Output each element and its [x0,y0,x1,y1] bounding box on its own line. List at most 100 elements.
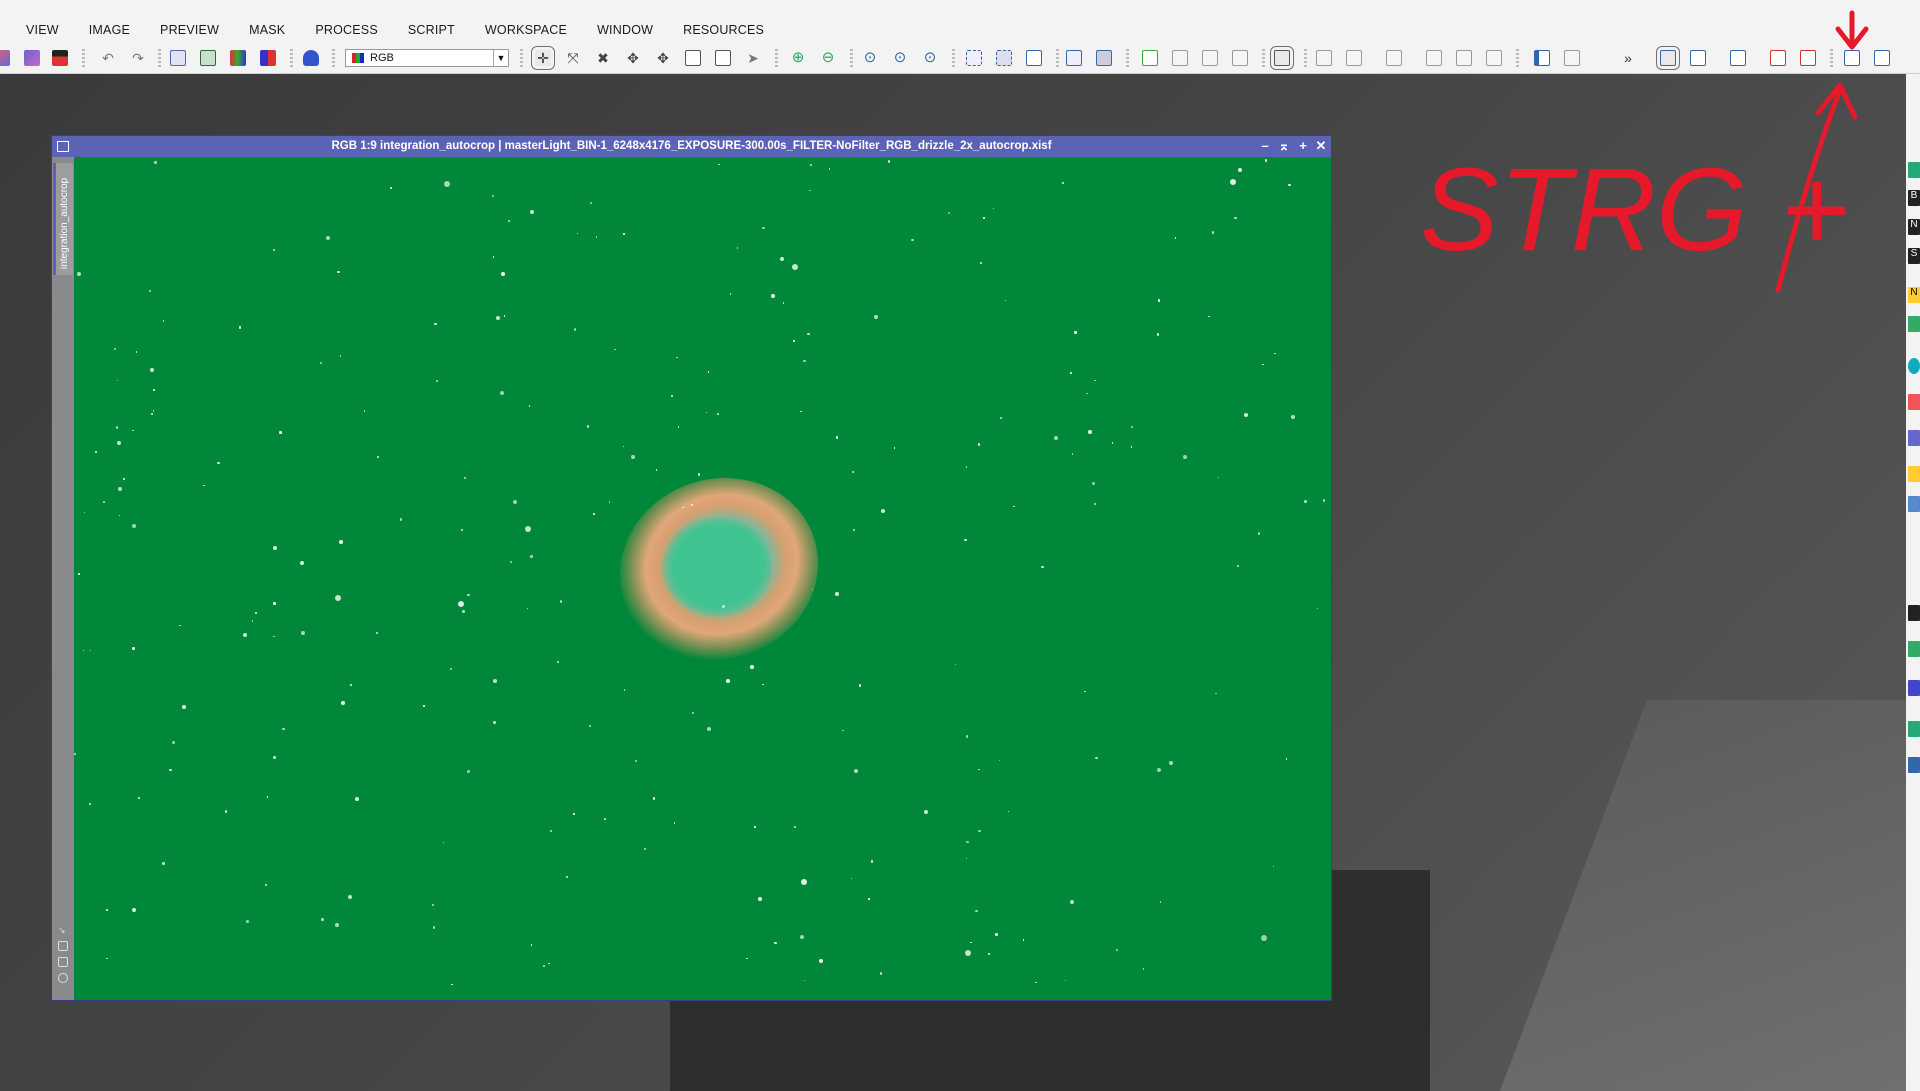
shrink-icon[interactable]: ✖ [595,50,611,66]
dock-format-icon[interactable] [1908,496,1920,512]
dock-tab-n2[interactable]: N [1908,287,1920,303]
display-function-icon[interactable] [303,50,319,66]
zoom-to-fit-icon[interactable]: ⊙ [892,50,908,66]
star [750,665,755,670]
menu-image[interactable]: IMAGE [74,23,145,37]
channels-icon[interactable] [230,50,246,66]
dock-tab-s[interactable]: S [1908,248,1920,264]
star [492,678,497,683]
view-tab-label: integration_autocrop [59,177,70,269]
zoom-1-1-icon[interactable]: ⊙ [862,50,878,66]
process-icon[interactable] [1142,50,1158,66]
process-edit-icon[interactable] [1172,50,1188,66]
script-edit-icon[interactable] [1346,50,1362,66]
menu-script[interactable]: SCRIPT [393,23,470,37]
star [83,511,86,514]
script-icon[interactable] [1316,50,1332,66]
workspace-settings-icon[interactable] [1874,50,1890,66]
edit-preview-icon[interactable] [996,50,1012,66]
process-copy-icon[interactable] [1202,50,1218,66]
minimize-button[interactable]: – [1257,138,1273,154]
dock-image-icon[interactable] [1908,394,1920,410]
menu-process[interactable]: PROCESS [300,23,393,37]
readout-mode-icon[interactable]: ✛ [531,46,555,70]
star [137,797,140,799]
open-icon[interactable] [0,50,10,66]
menu-workspace[interactable]: WORKSPACE [470,23,582,37]
copy-icon[interactable] [58,957,68,967]
star [803,359,806,363]
color-mode-select[interactable]: RGB ▼ [345,49,509,67]
star [793,340,796,342]
dock-console-icon[interactable] [1908,466,1920,482]
page-edit-icon[interactable] [715,50,731,66]
menu-window[interactable]: WINDOW [582,23,668,37]
window-menu-icon[interactable] [57,141,69,152]
image-canvas[interactable] [74,157,1331,1000]
maximize-button[interactable]: + [1295,138,1311,154]
history-icon[interactable] [1270,46,1294,70]
star [339,355,342,357]
star [608,501,611,504]
dock-preview-icon[interactable] [1908,757,1920,773]
dock-globe-icon[interactable] [1908,358,1920,374]
dock-statistics-icon[interactable] [1908,641,1920,657]
star [947,211,951,215]
menu-view[interactable]: VIEW [0,23,74,37]
star [74,753,76,755]
undo-icon[interactable]: ↶ [100,50,116,66]
new-preview-icon[interactable] [966,50,982,66]
image-window-titlebar[interactable]: RGB 1:9 integration_autocrop | masterLig… [52,136,1331,157]
star [1095,756,1098,760]
explorer-icon[interactable] [1908,162,1920,178]
clone-icon[interactable] [170,50,186,66]
page-icon[interactable] [685,50,701,66]
zoom-fit-icon[interactable]: ⤧ [565,50,581,66]
dock-history-icon[interactable] [1908,430,1920,446]
save-icon[interactable] [52,50,68,66]
close-button[interactable]: ✕ [1313,138,1329,154]
settings-icon[interactable] [58,973,68,983]
star [273,602,276,605]
menu-preview[interactable]: PREVIEW [145,23,234,37]
dock-curves-icon[interactable] [1908,721,1920,737]
dock-tab-b[interactable]: B [1908,190,1920,206]
star [117,440,122,445]
star [238,326,242,329]
zoom-in-icon[interactable]: ⊕ [790,50,806,66]
dock-histogram-icon[interactable] [1908,605,1920,621]
star [102,500,106,504]
star [655,468,658,471]
preview-window-icon[interactable] [1026,50,1042,66]
star [782,302,785,305]
redo-icon[interactable]: ↷ [130,50,146,66]
star [528,405,531,408]
link-icon[interactable]: ↘ [58,925,68,935]
toolbar-separator [158,49,161,67]
star [736,247,739,250]
dock-readout-icon[interactable] [1908,680,1920,696]
zoom-optimal-icon[interactable]: ⊙ [922,50,938,66]
star [1274,352,1277,355]
star [525,525,532,532]
image-window[interactable]: RGB 1:9 integration_autocrop | masterLig… [51,135,1332,1001]
star [800,934,805,939]
pointer-icon[interactable]: ➤ [745,50,761,66]
view-tab-main[interactable]: integration_autocrop [53,163,73,275]
new-image-icon[interactable] [24,50,40,66]
mask-icon[interactable] [1066,50,1082,66]
duplicate-icon[interactable] [200,50,216,66]
split-icon[interactable] [260,50,276,66]
dock-tab-n[interactable]: N [1908,219,1920,235]
dock-tool-icon[interactable] [1908,316,1920,332]
crop-icon[interactable] [58,941,68,951]
shade-button[interactable]: ⌅ [1276,138,1292,154]
process-delete-icon[interactable] [1232,50,1248,66]
center-icon[interactable]: ✥ [655,50,671,66]
pan-icon[interactable]: ✥ [625,50,641,66]
menu-mask[interactable]: MASK [234,23,300,37]
star [635,760,637,762]
mask-enable-icon[interactable] [1096,50,1112,66]
menu-resources[interactable]: RESOURCES [668,23,779,37]
zoom-out-icon[interactable]: ⊖ [820,50,836,66]
